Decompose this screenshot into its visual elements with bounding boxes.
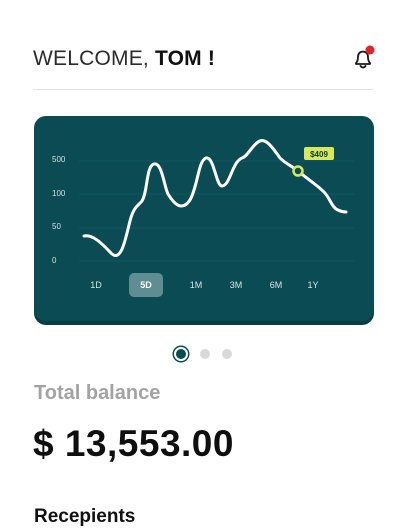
carousel-dot-active[interactable] <box>174 347 188 361</box>
greeting-label: WELCOME, <box>33 47 149 70</box>
range-tab-1d[interactable]: 1D <box>79 273 113 297</box>
range-tab-6m[interactable]: 6M <box>259 273 293 297</box>
total-balance-value: $ 13,553.00 <box>33 423 234 464</box>
total-balance-label: Total balance <box>34 382 161 404</box>
y-tick-label: 50 <box>52 222 61 231</box>
range-tabs: 1D 5D 1M 3M 6M 1Y <box>34 273 374 299</box>
dashboard-screen: WELCOME, TOM ! 500 100 50 0 $409 1D 5D 1… <box>0 0 408 532</box>
recipients-heading: Recepients <box>34 506 136 527</box>
bell-icon <box>355 45 375 69</box>
header: WELCOME, TOM ! <box>33 44 375 74</box>
header-divider <box>33 89 373 90</box>
y-tick-label: 500 <box>52 155 66 164</box>
range-tab-5d[interactable]: 5D <box>129 273 163 297</box>
carousel-dot[interactable] <box>222 349 232 359</box>
range-tab-1m[interactable]: 1M <box>179 273 213 297</box>
notification-button[interactable] <box>348 44 378 74</box>
price-tooltip-label: $409 <box>310 150 328 159</box>
carousel-dot[interactable] <box>200 349 210 359</box>
price-marker[interactable] <box>292 165 304 177</box>
y-tick-label: 0 <box>52 256 57 265</box>
welcome-text: WELCOME, TOM ! <box>33 44 215 74</box>
balance-chart-card: 500 100 50 0 $409 1D 5D 1M 3M 6M 1Y <box>34 116 374 321</box>
carousel-indicator <box>174 347 236 361</box>
notification-dot <box>365 45 375 55</box>
range-tab-1y[interactable]: 1Y <box>296 273 330 297</box>
user-name: TOM ! <box>155 47 216 70</box>
y-tick-label: 100 <box>52 189 66 198</box>
range-tab-3m[interactable]: 3M <box>219 273 253 297</box>
